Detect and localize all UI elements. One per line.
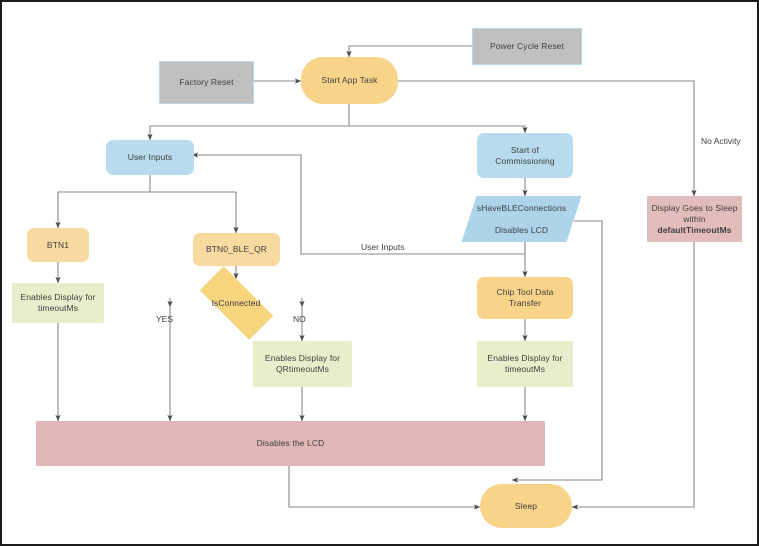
node-btn0-ble-qr[interactable]: BTN0_BLE_QR <box>193 233 280 266</box>
node-start-app-task[interactable]: Start App Task <box>301 57 398 104</box>
node-chip-tool-data-transfer[interactable]: Chip Tool Data Transfer <box>477 277 573 319</box>
node-label: BTN1 <box>46 239 70 250</box>
node-label: Enables Display for QRtimeoutMs <box>264 353 341 374</box>
node-label: Start of Commissioning <box>495 144 555 166</box>
node-is-connected[interactable]: IsConnected <box>170 266 302 340</box>
node-label: Display Goes to Sleep within defaultTimeou… <box>651 202 738 235</box>
node-enables-display-qrtimeoutms[interactable]: Enables Display for QRtimeoutMs <box>253 341 352 387</box>
node-btn1[interactable]: BTN1 <box>27 228 89 262</box>
node-label: User Inputs <box>127 152 173 162</box>
node-label: Enables Display for timeoutMs <box>487 353 563 374</box>
node-label: IsConnected <box>211 297 261 308</box>
node-label: Factory Reset <box>179 77 234 87</box>
node-label: sHaveBLEConnections Disables LCD <box>476 202 567 235</box>
flowchart-canvas: Power Cycle Reset Factory Reset Start Ap… <box>0 0 759 546</box>
node-label: BTN0_BLE_QR <box>205 244 268 254</box>
edge-label-no: NO <box>293 314 306 324</box>
node-shave-ble-connections[interactable]: sHaveBLEConnections Disables LCD <box>461 196 582 242</box>
node-label: Start App Task <box>321 75 378 85</box>
node-factory-reset[interactable]: Factory Reset <box>159 61 254 104</box>
node-label: Sleep <box>514 500 538 511</box>
node-label: Power Cycle Reset <box>490 41 564 51</box>
edge-label-yes: YES <box>156 314 174 324</box>
edge-label-user-inputs-return: User Inputs <box>361 242 405 252</box>
node-disables-the-lcd[interactable]: Disables the LCD <box>36 421 545 466</box>
node-enables-display-timeoutms-right[interactable]: Enables Display for timeoutMs <box>477 341 573 387</box>
node-display-goes-to-sleep[interactable]: Display Goes to Sleep within defaultTimeou… <box>647 196 742 242</box>
node-user-inputs[interactable]: User Inputs <box>106 140 194 175</box>
node-power-cycle-reset[interactable]: Power Cycle Reset <box>472 28 582 65</box>
node-start-of-commissioning[interactable]: Start of Commissioning <box>477 133 573 178</box>
node-label: Enables Display for timeoutMs <box>20 292 96 313</box>
node-label: Disables the LCD <box>256 438 325 448</box>
node-label: Chip Tool Data Transfer <box>496 287 554 308</box>
edge-label-no-activity: No Activity <box>701 136 741 146</box>
node-sleep[interactable]: Sleep <box>480 484 572 528</box>
node-enables-display-timeoutms-left[interactable]: Enables Display for timeoutMs <box>12 283 104 323</box>
